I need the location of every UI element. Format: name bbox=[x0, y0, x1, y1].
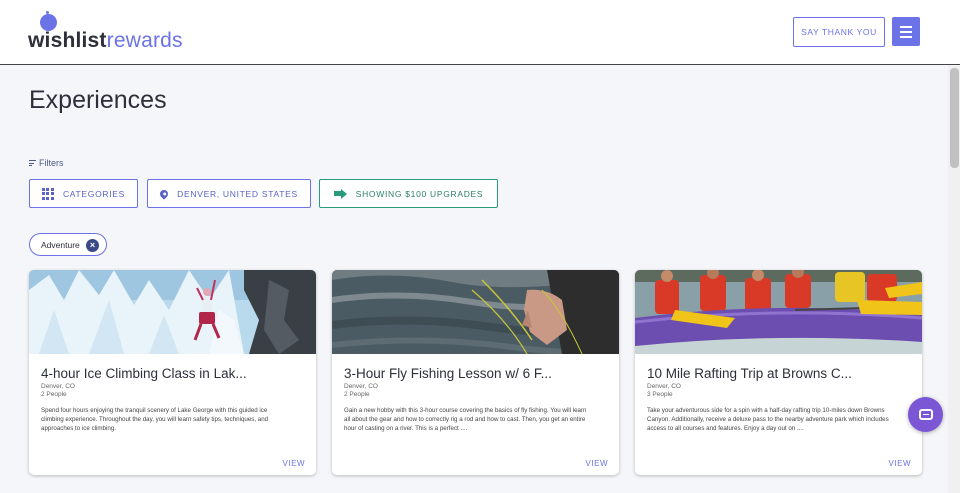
card-view-link[interactable]: VIEW bbox=[889, 459, 911, 468]
arrow-right-icon bbox=[333, 188, 347, 199]
card-description: Take your adventurous side for a spin wi… bbox=[647, 407, 889, 433]
ice-climbing-image bbox=[29, 270, 316, 354]
grid-icon bbox=[41, 187, 54, 200]
card-description: Gain a new hobby with this 3-hour course… bbox=[344, 407, 587, 433]
filter-lines-icon bbox=[29, 160, 36, 166]
menu-icon-bar bbox=[900, 30, 912, 33]
card-view-link[interactable]: VIEW bbox=[586, 459, 608, 468]
say-thank-you-button[interactable]: SAY THANK YOU bbox=[793, 17, 885, 47]
chat-widget-button[interactable] bbox=[908, 397, 943, 432]
fly-fishing-image bbox=[332, 270, 619, 354]
card-title[interactable]: 3-Hour Fly Fishing Lesson w/ 6 F... bbox=[344, 366, 552, 381]
page-title: Experiences bbox=[29, 86, 167, 114]
categories-filter-button[interactable]: CATEGORIES bbox=[29, 179, 138, 208]
logo-text: wishlistrewards bbox=[28, 29, 183, 52]
header: wishlistrewards SAY THANK YOU bbox=[0, 0, 960, 65]
categories-label: CATEGORIES bbox=[62, 188, 126, 199]
card-location: Denver, CO bbox=[344, 383, 378, 390]
card-location: Denver, CO bbox=[647, 383, 681, 390]
chat-bubble-icon bbox=[918, 409, 933, 420]
card-title[interactable]: 4-hour Ice Climbing Class in Lak... bbox=[41, 366, 247, 381]
rafting-image bbox=[635, 270, 922, 354]
upgrades-label: SHOWING $100 UPGRADES bbox=[355, 188, 484, 199]
card-view-link[interactable]: VIEW bbox=[283, 459, 305, 468]
card-title[interactable]: 10 Mile Rafting Trip at Browns C... bbox=[647, 366, 852, 381]
location-filter-button[interactable]: DENVER, UNITED STATES bbox=[147, 179, 311, 208]
chip-label: Adventure bbox=[41, 239, 80, 250]
card-people: 2 People bbox=[344, 391, 370, 398]
location-label: DENVER, UNITED STATES bbox=[177, 188, 298, 199]
location-pin-icon bbox=[158, 187, 170, 200]
menu-icon-bar bbox=[900, 35, 912, 38]
filters-toggle[interactable]: Filters bbox=[29, 158, 64, 168]
upgrades-filter-button[interactable]: SHOWING $100 UPGRADES bbox=[319, 179, 498, 208]
experience-card-fly-fishing[interactable]: 3-Hour Fly Fishing Lesson w/ 6 F... Denv… bbox=[332, 270, 619, 475]
scrollbar-thumb[interactable] bbox=[950, 68, 959, 168]
menu-icon-bar bbox=[900, 25, 912, 28]
remove-chip-icon[interactable]: × bbox=[86, 238, 99, 252]
hamburger-menu-button[interactable] bbox=[892, 17, 920, 46]
card-description: Spend four hours enjoying the tranquil s… bbox=[41, 407, 269, 433]
card-people: 3 People bbox=[647, 391, 673, 398]
experience-card-rafting[interactable]: 10 Mile Rafting Trip at Browns C... Denv… bbox=[635, 270, 922, 475]
adventure-filter-chip[interactable]: Adventure × bbox=[29, 233, 107, 256]
card-location: Denver, CO bbox=[41, 383, 75, 390]
experience-card-ice-climbing[interactable]: 4-hour Ice Climbing Class in Lak... Denv… bbox=[29, 270, 316, 475]
card-people: 2 People bbox=[41, 391, 67, 398]
filters-label: Filters bbox=[39, 158, 64, 168]
